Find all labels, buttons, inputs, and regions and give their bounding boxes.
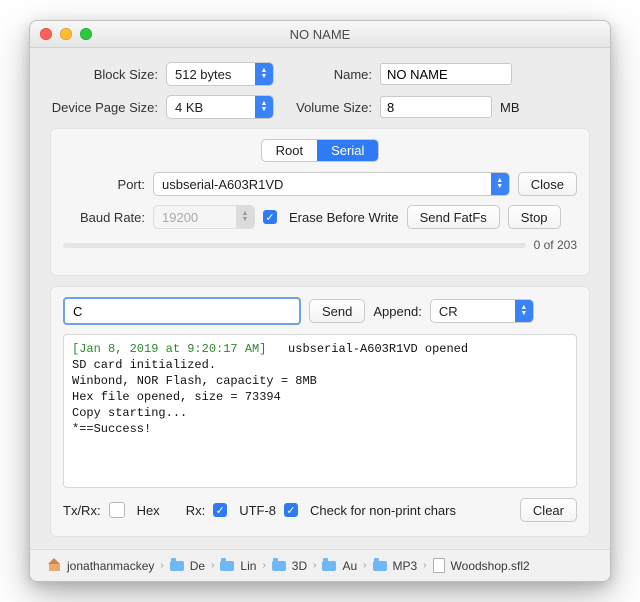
append-value: CR (439, 304, 458, 319)
command-group: Send Append: CR ▲▼ [Jan 8, 2019 at 9:20:… (50, 286, 590, 537)
terminal-output: [Jan 8, 2019 at 9:20:17 AM] usbserial-A6… (63, 334, 577, 488)
crumb-item[interactable]: Au (342, 559, 357, 573)
volume-size-unit: MB (500, 100, 520, 115)
chevron-updown-icon: ▲▼ (255, 96, 273, 118)
folder-icon (272, 561, 286, 571)
port-select[interactable]: usbserial-A603R1VD ▲▼ (153, 172, 510, 196)
send-button[interactable]: Send (309, 299, 365, 323)
erase-label: Erase Before Write (289, 210, 399, 225)
txrx-label: Tx/Rx: (63, 503, 101, 518)
page-size-label: Device Page Size: (50, 100, 158, 115)
tab-root[interactable]: Root (262, 140, 317, 161)
window-title: NO NAME (30, 27, 610, 42)
block-size-label: Block Size: (50, 67, 158, 82)
chevron-right-icon: › (313, 560, 316, 571)
breadcrumb: jonathanmackey › De › Lin › 3D › Au › MP… (30, 549, 610, 581)
baud-value: 19200 (162, 210, 198, 225)
tab-serial[interactable]: Serial (317, 140, 378, 161)
utf8-label: UTF-8 (239, 503, 276, 518)
app-window: NO NAME Block Size: 512 bytes ▲▼ Name: D… (29, 20, 611, 582)
chevron-right-icon: › (262, 560, 265, 571)
send-fatfs-button[interactable]: Send FatFs (407, 205, 500, 229)
name-field[interactable] (380, 63, 512, 85)
block-size-select[interactable]: 512 bytes ▲▼ (166, 62, 274, 86)
chevron-right-icon: › (211, 560, 214, 571)
serial-group: Root Serial Port: usbserial-A603R1VD ▲▼ … (50, 128, 590, 276)
name-label: Name: (282, 67, 372, 82)
folder-icon (373, 561, 387, 571)
log-opened: usbserial-A603R1VD opened (288, 342, 468, 356)
erase-checkbox[interactable]: ✓ (263, 210, 277, 224)
append-select[interactable]: CR ▲▼ (430, 299, 534, 323)
port-label: Port: (63, 177, 145, 192)
crumb-file[interactable]: Woodshop.sfl2 (451, 559, 530, 573)
tab-switch: Root Serial (261, 139, 380, 162)
chevron-updown-icon: ▲▼ (491, 173, 509, 195)
crumb-item[interactable]: Lin (240, 559, 256, 573)
volume-size-field[interactable] (380, 96, 492, 118)
crumb-item[interactable]: 3D (292, 559, 307, 573)
hex-label: Hex (137, 503, 160, 518)
baud-select: 19200 ▲▼ (153, 205, 255, 229)
log-timestamp: [Jan 8, 2019 at 9:20:17 AM] (72, 342, 266, 356)
command-input[interactable] (63, 297, 301, 325)
chevron-right-icon: › (160, 560, 163, 571)
close-port-button[interactable]: Close (518, 172, 577, 196)
titlebar: NO NAME (30, 21, 610, 48)
nonprint-checkbox[interactable]: ✓ (284, 503, 298, 517)
hex-checkbox[interactable] (109, 502, 125, 518)
baud-label: Baud Rate: (63, 210, 145, 225)
page-size-value: 4 KB (175, 100, 203, 115)
progress-text: 0 of 203 (534, 238, 577, 252)
chevron-updown-icon: ▲▼ (515, 300, 533, 322)
home-icon (48, 560, 61, 571)
progress-bar (63, 243, 526, 248)
chevron-right-icon: › (363, 560, 366, 571)
folder-icon (322, 561, 336, 571)
clear-button[interactable]: Clear (520, 498, 577, 522)
block-size-value: 512 bytes (175, 67, 231, 82)
chevron-right-icon: › (423, 560, 426, 571)
utf8-checkbox[interactable]: ✓ (213, 503, 227, 517)
rx-label: Rx: (186, 503, 206, 518)
nonprint-label: Check for non-print chars (310, 503, 456, 518)
document-icon (433, 558, 445, 573)
chevron-updown-icon: ▲▼ (255, 63, 273, 85)
append-label: Append: (373, 304, 421, 319)
log-lines: SD card initialized. Winbond, NOR Flash,… (72, 358, 317, 436)
port-value: usbserial-A603R1VD (162, 177, 283, 192)
crumb-item[interactable]: De (190, 559, 205, 573)
page-size-select[interactable]: 4 KB ▲▼ (166, 95, 274, 119)
volume-size-label: Volume Size: (282, 100, 372, 115)
chevron-updown-icon: ▲▼ (236, 206, 254, 228)
folder-icon (170, 561, 184, 571)
crumb-item[interactable]: MP3 (393, 559, 418, 573)
crumb-item[interactable]: jonathanmackey (67, 559, 154, 573)
stop-button[interactable]: Stop (508, 205, 561, 229)
folder-icon (220, 561, 234, 571)
